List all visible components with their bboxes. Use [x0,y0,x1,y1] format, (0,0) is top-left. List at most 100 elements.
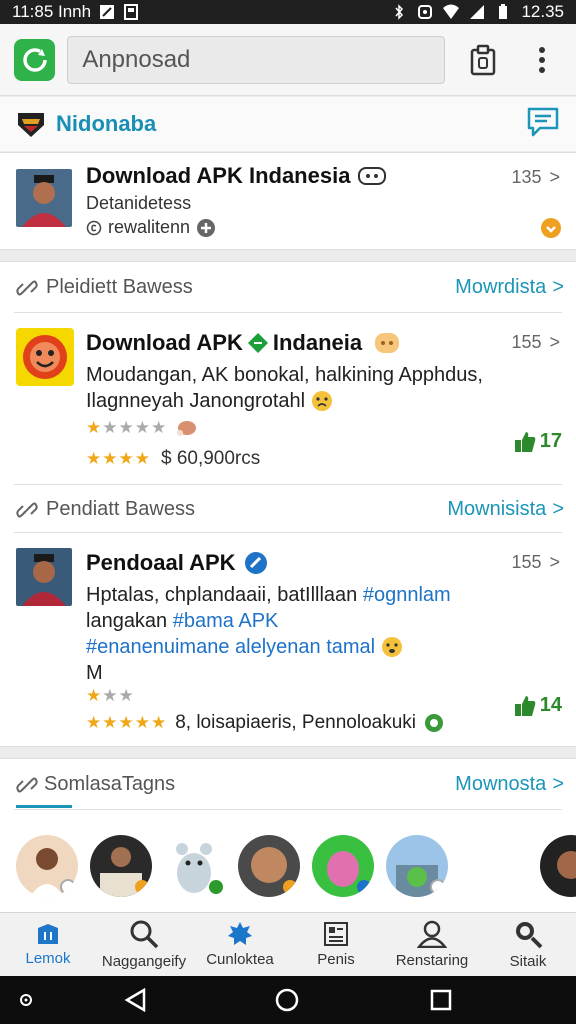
avatar[interactable] [164,835,226,897]
more-vertical-icon [539,46,546,73]
nav-item-profile[interactable]: Renstaring [384,913,480,976]
app-item-2-title[interactable]: Pendoaal APK [86,550,268,576]
back-icon[interactable] [124,988,146,1012]
section-header-3: SomlasaTagns Mownosta > [16,773,564,796]
nav-item-home[interactable]: Lemok [0,913,96,976]
hashtag-link[interactable]: #enanenuimane alelyenan tamal [86,634,375,660]
link-icon [16,502,38,517]
app-item-2-thumbnail[interactable] [16,548,72,606]
signal-icon [470,5,485,19]
search-icon [516,922,543,949]
add-icon[interactable] [196,218,216,238]
app-item-1-price-row: ★★★★ $ 60,900rcs [86,448,260,470]
nav-item-apps[interactable]: Cunloktea [192,913,288,976]
avatar-row [16,835,448,897]
download-badge-icon[interactable] [540,217,562,239]
hashtag-link[interactable]: #bama APK [173,610,279,632]
emoji-face-icon [375,333,400,353]
avatar[interactable] [312,835,374,897]
search-icon [130,920,159,949]
section-2-title: Pendiatt Bawess [46,498,195,520]
app-item-2-reviews: 8, loisapiaeris, Pennoloakuki [175,712,417,733]
bluetooth-icon [395,4,404,20]
chat-button[interactable] [526,106,560,143]
nav-item-search[interactable]: Sitaik [480,913,576,976]
recents-icon[interactable] [430,989,452,1011]
alarm-icon [418,5,433,19]
game-badge-icon [358,167,387,185]
chevron-right-icon: > [549,552,560,572]
section-3-title: SomlasaTagns [44,773,176,795]
sad-emoji-icon [382,637,403,657]
profile-icon [417,920,447,948]
star-rating: ★★★ [86,686,135,705]
app-item-1-price: $ 60,900rcs [160,448,261,469]
app-item-2-reviews-row: ★★★★★ 8, loisapiaeris, Pennoloakuki [86,712,444,734]
section-3-more-link[interactable]: Mownosta > [455,773,564,796]
accessibility-dot-icon [20,994,32,1006]
link-icon [16,280,38,295]
star-rating: ★★★★★ [86,713,168,732]
content-card: Pleidiett Bawess Mowrdista > Download APK… [0,261,576,747]
divider [14,312,562,313]
app-item-1-title[interactable]: Download APK Indaneia [86,330,400,356]
verified-icon [244,552,267,574]
status-time-right: 12.35 [521,2,564,21]
search-input[interactable] [67,35,446,84]
brand-bar: Nidonaba [0,97,576,151]
avatar[interactable] [386,835,448,897]
chevron-right-icon: > [552,773,564,795]
featured-count[interactable]: 135 > [511,167,560,188]
bottom-navigation: Lemok Naggangeify Cunloktea Penis Rensta… [0,912,576,976]
section-header-1: Pleidiett Bawess Mowrdista > [16,276,564,299]
avatar[interactable] [16,835,78,897]
thumbs-up-icon [514,695,536,716]
avatar[interactable] [90,835,152,897]
shield-logo-icon [18,113,44,137]
check-circle-icon [425,714,444,732]
chevron-right-icon: > [552,276,564,298]
featured-title: Download APK Indanesia [86,163,351,188]
avatar[interactable] [238,835,300,897]
app-item-2-likes[interactable]: 14 [514,694,562,717]
featured-meta: rewalitenn [108,217,191,237]
section-2-more-link[interactable]: Mownisista > [447,498,564,521]
worried-emoji-icon [312,391,333,411]
home-icon [38,924,58,944]
divider [14,484,562,485]
app-item-2-count[interactable]: 155 > [511,552,560,573]
section-header-2: Pendiatt Bawess Mownisista > [16,498,564,521]
app-item-1-count[interactable]: 155 > [511,332,560,353]
section-1-more-link[interactable]: Mowrdista > [455,276,564,299]
app-item-1-likes[interactable]: 17 [514,430,562,453]
news-icon [324,922,348,946]
clipboard-icon [124,4,139,20]
star-rating: ★★★★★ [86,418,168,437]
app-item-1-icon[interactable] [16,328,74,391]
clipboard-icon [470,44,496,75]
app-item-2-description: Hptalas, chplandaaii, batIlllaan #ognnla… [86,584,451,684]
wifi-icon [443,4,460,19]
featured-thumbnail [16,169,72,227]
section-3-underline [16,805,72,808]
nav-item-news[interactable]: Penis [288,913,384,976]
system-navigation-bar [0,976,576,1024]
status-time-left: 11:85 Innh [12,2,92,21]
apps-icon [228,922,252,945]
hashtag-link[interactable]: #ognnlam [363,584,451,606]
featured-card[interactable]: Download APK Indanesia 135 > Detanidetes… [0,152,576,250]
chevron-right-icon: > [549,332,560,352]
status-bar: 11:85 Innh 12.35 [0,0,576,24]
nav-item-discover[interactable]: Naggangeify [96,913,192,976]
home-circle-icon[interactable] [275,988,299,1012]
divider [14,532,562,533]
link-icon [16,777,38,792]
ham-icon [177,421,197,436]
overflow-menu-button[interactable] [523,40,562,80]
app-item-1-rating: ★★★★★ [86,418,197,438]
diamond-icon [247,333,268,353]
app-logo-icon[interactable] [14,38,56,81]
notification-icon [100,5,115,19]
battery-icon [499,4,508,19]
clipboard-button[interactable] [463,40,502,80]
